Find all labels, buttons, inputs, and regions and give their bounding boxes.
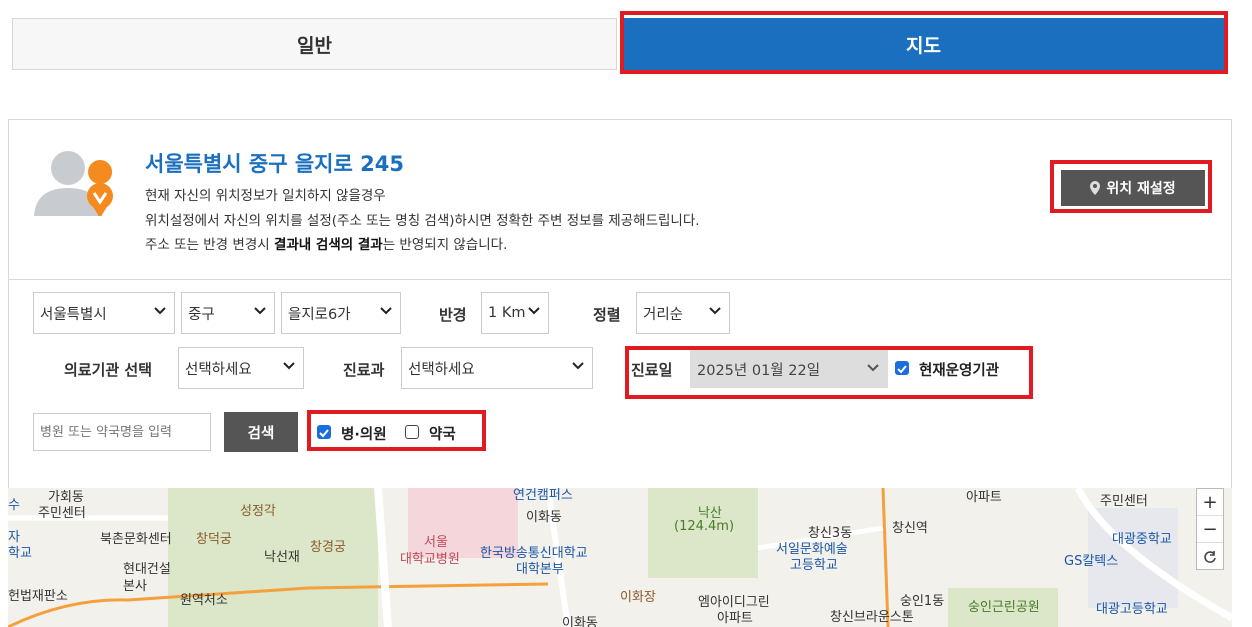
chevron-down-icon [528, 307, 540, 315]
search-button[interactable]: 검색 [224, 412, 298, 452]
dong-select[interactable]: 을지로6가 [281, 292, 401, 334]
map-label: 이화동 [562, 616, 598, 627]
radius-select[interactable]: 1 Km [481, 292, 549, 334]
map-label: 아파트 [966, 490, 1002, 505]
refresh-button[interactable] [1197, 543, 1223, 570]
current-address: 서울특별시 중구 을지로 245 [145, 152, 404, 176]
map-label: 아파트 [717, 611, 753, 626]
sort-label: 정렬 [593, 306, 621, 324]
tab-general[interactable]: 일반 [12, 18, 617, 70]
map-label: 연건캠퍼스 [513, 488, 573, 503]
dept-select[interactable]: 선택하세요 [401, 347, 593, 389]
map-label: 창경궁 [310, 540, 346, 555]
map-label: 창덕궁 [196, 532, 232, 547]
chevron-down-icon [709, 307, 721, 315]
chevron-down-icon [380, 307, 392, 315]
desc-line-3: 주소 또는 반경 변경시 결과내 검색의 결과는 반영되지 않습니다. [145, 237, 508, 253]
highlight-relocate [1050, 160, 1212, 213]
map-label: 고등학교 [790, 558, 838, 573]
institution-label: 의료기관 선택 [64, 361, 153, 379]
map-label: 대학본부 [516, 562, 564, 577]
location-header: 서울특별시 중구 을지로 245 현재 자신의 위치정보가 일치하지 않을경우 … [9, 120, 1231, 280]
map-label: 창신브라운스톤 [830, 610, 914, 625]
desc-line-2: 위치설정에서 자신의 위치를 설정(주소 또는 명칭 검색)하시면 정확한 주변… [145, 212, 700, 229]
zoom-control: + − [1196, 488, 1224, 570]
map-label: 본사 [123, 579, 147, 594]
highlight-date [625, 346, 1033, 399]
chevron-down-icon [154, 307, 166, 315]
desc-line-1: 현재 자신의 위치정보가 일치하지 않을경우 [145, 188, 386, 204]
map-label: 주민센터 [1100, 494, 1148, 509]
map-label: 이화동 [526, 510, 562, 525]
chevron-down-icon [283, 362, 295, 370]
map-label: 이화장 [620, 590, 656, 605]
map-label: 낙선재 [264, 550, 300, 565]
district-select[interactable]: 중구 [181, 292, 275, 334]
zoom-out-button[interactable]: − [1197, 516, 1223, 543]
map-label: 성정각 [240, 504, 276, 519]
sort-select[interactable]: 거리순 [636, 292, 730, 334]
refresh-icon [1204, 550, 1216, 563]
highlight-map-tab [620, 11, 1228, 74]
location-description: 현재 자신의 위치정보가 일치하지 않을경우 위치설정에서 자신의 위치를 설정… [145, 184, 700, 258]
chevron-down-icon [254, 307, 266, 315]
map-label: 창신역 [892, 521, 928, 536]
map-view[interactable]: 가회동 주민센터 북촌문화센터 현대건설 본사 헌법재판소 성정각 창덕궁 창경… [8, 488, 1232, 627]
search-input[interactable] [33, 413, 211, 451]
user-location-icon [34, 151, 113, 216]
dept-label: 진료과 [343, 361, 385, 379]
map-label: 대광고등학교 [1096, 602, 1168, 617]
map-label: 대광중학교 [1112, 532, 1172, 547]
zoom-in-button[interactable]: + [1197, 489, 1223, 516]
radius-label: 반경 [439, 306, 467, 324]
map-label: 북촌문화센터 [100, 532, 172, 547]
map-label: (124.4m) [674, 519, 735, 534]
institution-select[interactable]: 선택하세요 [178, 347, 304, 389]
highlight-type [307, 410, 486, 451]
chevron-down-icon [572, 362, 584, 370]
map-label: GS칼텍스 [1064, 554, 1119, 569]
map-label: 창신3동 [808, 526, 853, 541]
map-label: 숭인근린공원 [968, 600, 1040, 615]
map-label: 원역처소 [180, 593, 228, 608]
map-label: 주민센터 [38, 506, 86, 521]
map-label: 수 [8, 498, 20, 513]
map-label: 대학교병원 [400, 552, 460, 567]
city-select[interactable]: 서울특별시 [33, 292, 175, 334]
map-label: 학교 [8, 546, 32, 561]
map-label: 헌법재판소 [8, 589, 68, 604]
